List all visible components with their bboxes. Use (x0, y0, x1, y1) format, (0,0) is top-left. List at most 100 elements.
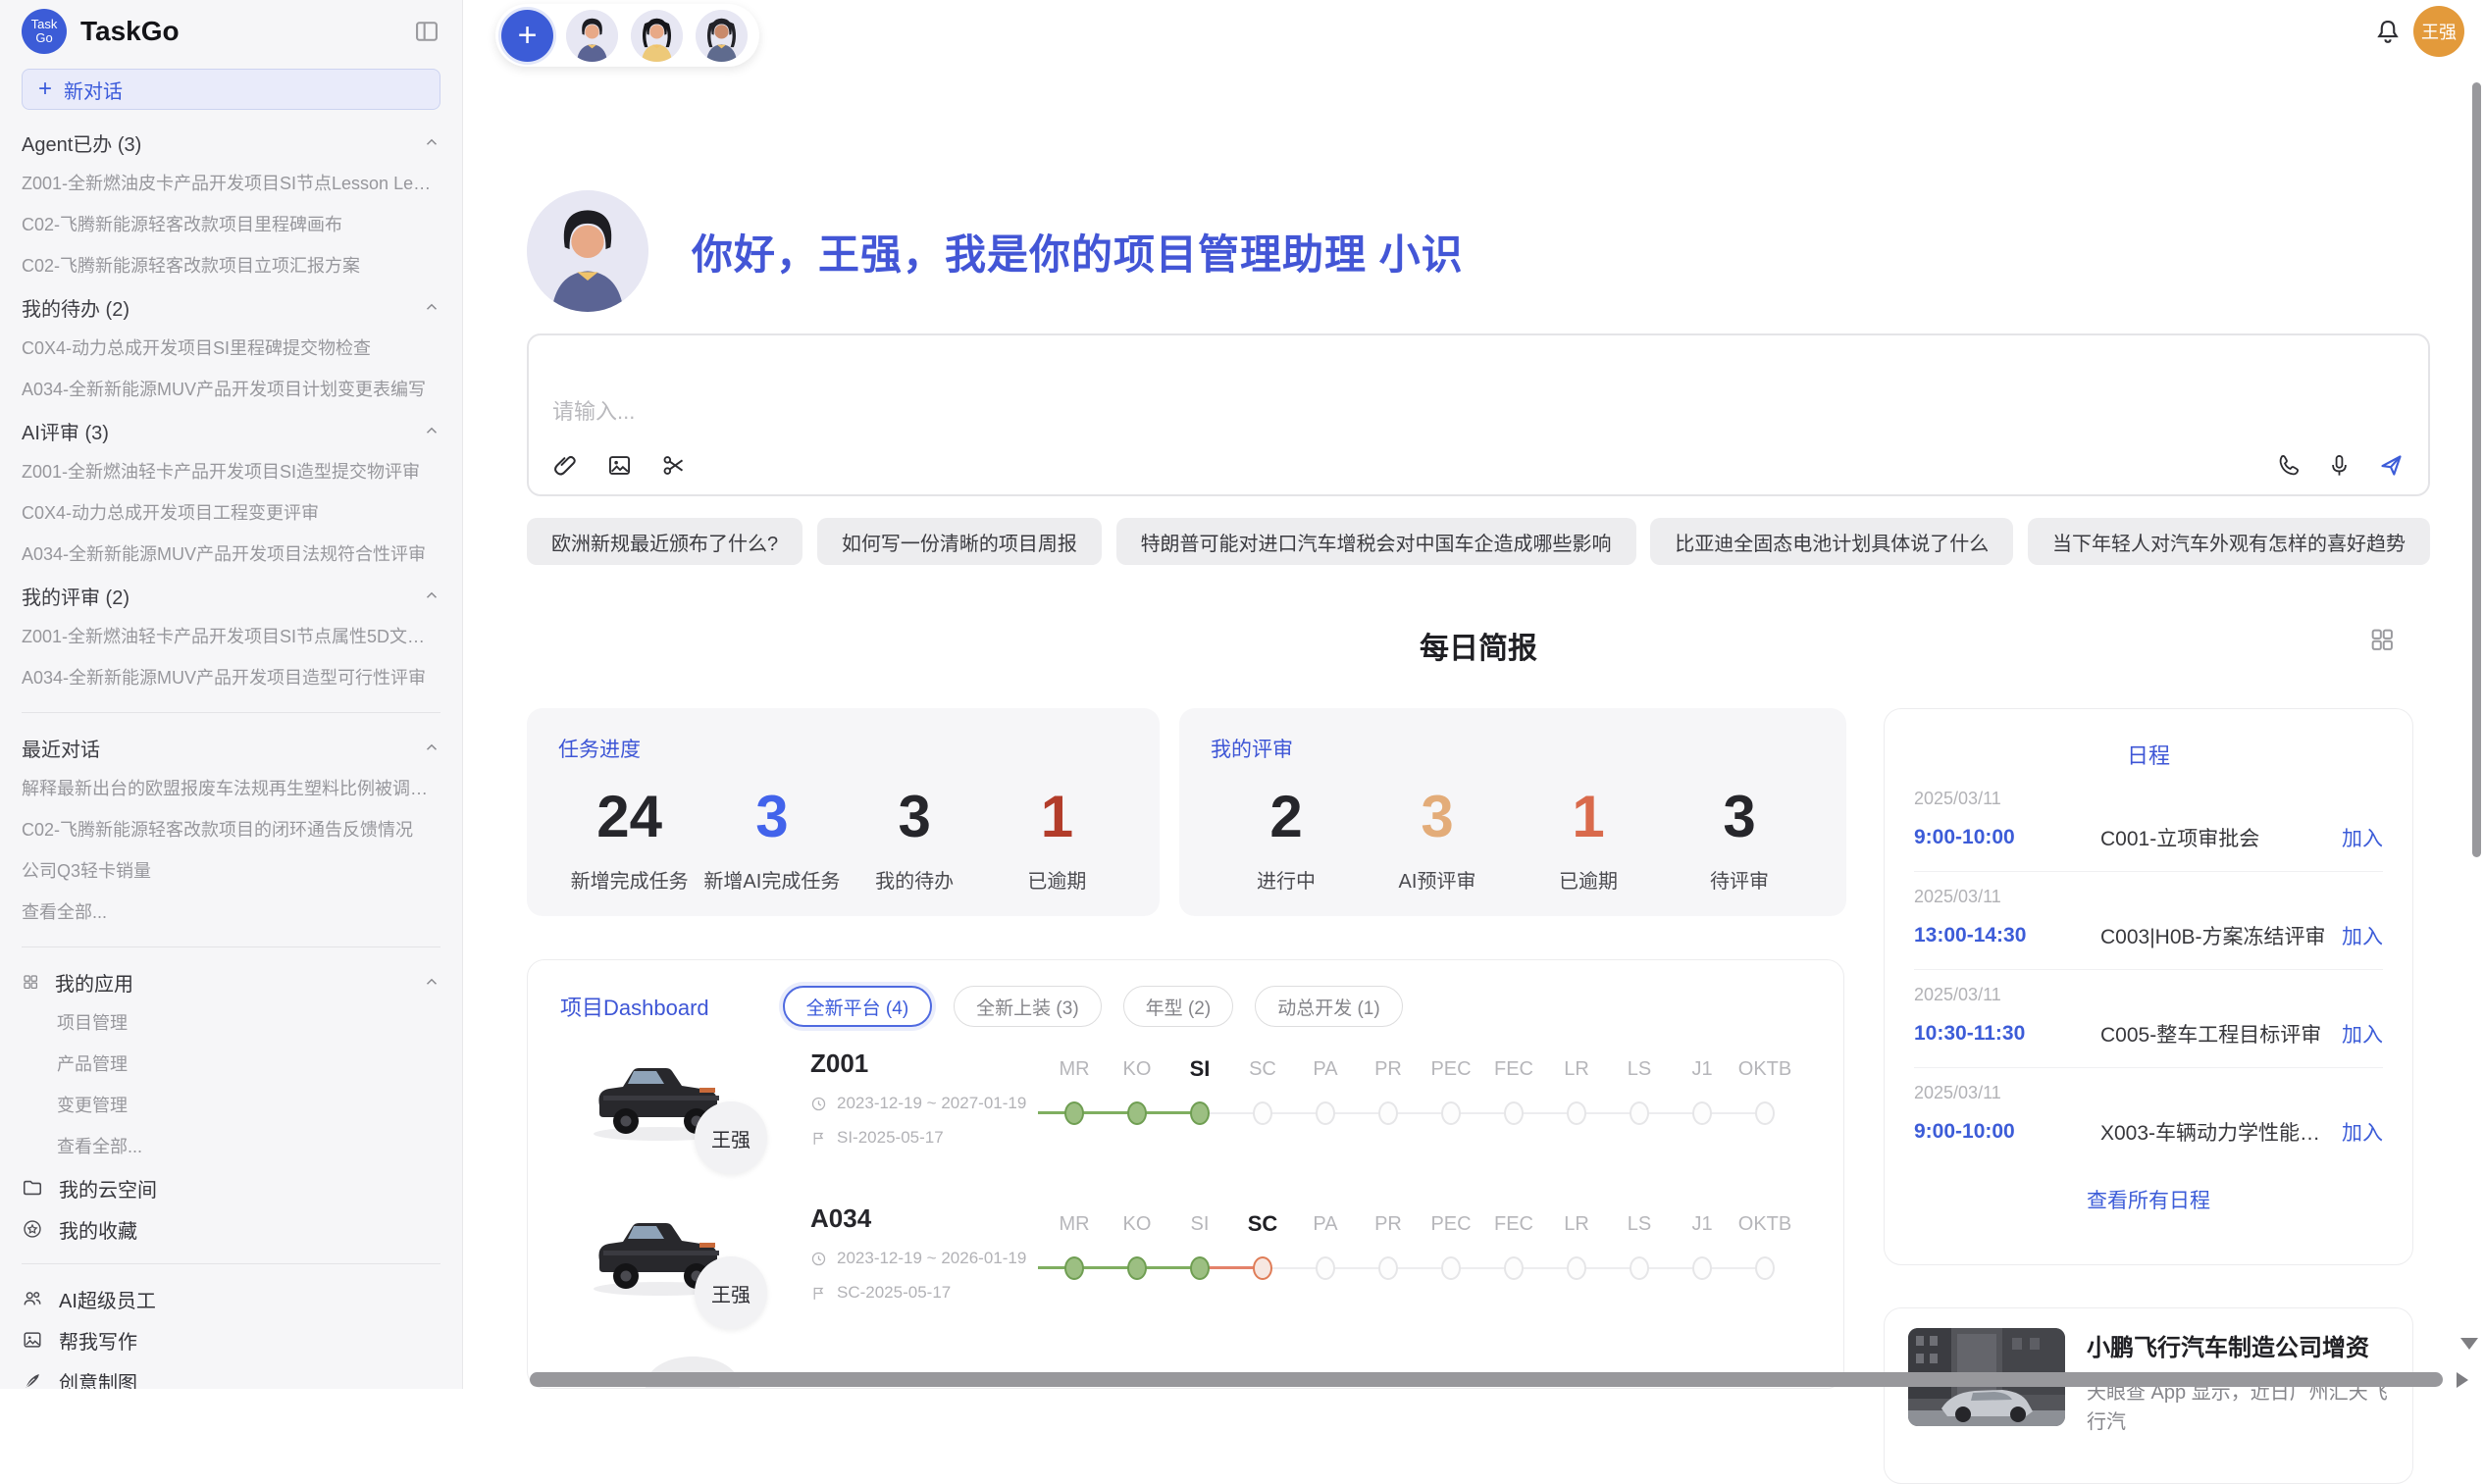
milestone-dot[interactable] (1190, 1101, 1210, 1125)
sidebar-my-apps-header[interactable]: 我的应用 (22, 961, 440, 1002)
clock-icon (810, 1096, 827, 1112)
sidebar-item[interactable]: Z001-全新燃油轻卡产品开发项目SI节点属性5D文件评审 (22, 616, 440, 657)
horizontal-scrollbar[interactable] (530, 1372, 2443, 1387)
milestone-dot[interactable] (1378, 1101, 1398, 1125)
sidebar-tool-item[interactable]: AI超级员工 (22, 1278, 440, 1319)
sidebar-tool-item[interactable]: 帮我写作 (22, 1319, 440, 1360)
project-row[interactable]: 王强A0342023-12-19 ~ 2026-01-19SC-2025-05-… (528, 1198, 1843, 1353)
milestone-dot[interactable] (1316, 1101, 1335, 1125)
suggestion-chip[interactable]: 特朗普可能对进口汽车增税会对中国车企造成哪些影响 (1116, 518, 1636, 565)
project-flag: SC-2025-05-17 (810, 1283, 1026, 1303)
sidebar-item-star-badge[interactable]: 我的收藏 (22, 1208, 440, 1250)
greeting: 你好，王强，我是你的项目管理助理 小识 (527, 190, 1464, 312)
milestone-dot[interactable] (1127, 1256, 1147, 1280)
layout-grid-icon[interactable] (2368, 626, 2396, 653)
send-icon[interactable] (2378, 452, 2405, 479)
chat-input[interactable] (550, 392, 2124, 455)
sidebar-item-folder[interactable]: 我的云空间 (22, 1167, 440, 1208)
milestone-dot[interactable] (1441, 1256, 1461, 1280)
user-avatar[interactable]: 王强 (2413, 6, 2464, 57)
join-link[interactable]: 加入 (2342, 823, 2383, 852)
milestone-dot[interactable] (1253, 1256, 1272, 1280)
sidebar-section-header-2[interactable]: AI评审 (3) (22, 410, 440, 451)
sidebar-item[interactable]: C02-飞腾新能源轻客改款项目立项汇报方案 (22, 245, 440, 286)
join-link[interactable]: 加入 (2342, 1019, 2383, 1049)
milestone-dot[interactable] (1504, 1256, 1524, 1280)
panel-toggle-icon[interactable] (413, 18, 440, 45)
milestone-dot[interactable] (1630, 1256, 1649, 1280)
sidebar-section-header-3[interactable]: 我的评审 (2) (22, 575, 440, 616)
dashboard-filter-chip[interactable]: 全新上装 (3) (954, 986, 1102, 1027)
sidebar-item[interactable]: A034-全新新能源MUV产品开发项目造型可行性评审 (22, 657, 440, 698)
agent-avatar-1[interactable] (566, 10, 618, 62)
sidebar-item[interactable]: A034-全新新能源MUV产品开发项目法规符合性评审 (22, 534, 440, 575)
project-row[interactable]: 王强Z0012023-12-19 ~ 2027-01-19SI-2025-05-… (528, 1043, 1843, 1198)
milestone-dot[interactable] (1692, 1101, 1712, 1125)
sidebar-item[interactable]: C0X4-动力总成开发项目工程变更评审 (22, 492, 440, 534)
stat: 1已逾期 (986, 785, 1128, 894)
sidebar-item[interactable]: Z001-全新燃油轻卡产品开发项目SI造型提交物评审 (22, 451, 440, 492)
sidebar-app-item[interactable]: 查看全部... (22, 1126, 440, 1167)
new-chat-button[interactable]: + 新对话 (22, 69, 440, 110)
milestone-dot[interactable] (1567, 1256, 1586, 1280)
briefing-card: 任务进度24新增完成任务3新增AI完成任务3我的待办1已逾期 (527, 708, 1160, 916)
milestone-dot[interactable] (1378, 1256, 1398, 1280)
sidebar-item[interactable]: C02-飞腾新能源轻客改款项目里程碑画布 (22, 204, 440, 245)
mic-icon[interactable] (2326, 452, 2353, 479)
phone-icon[interactable] (2274, 452, 2301, 479)
milestone-dot[interactable] (1630, 1101, 1649, 1125)
project-code: A034 (810, 1203, 1026, 1234)
sidebar-item[interactable]: A034-全新新能源MUV产品开发项目计划变更表编写 (22, 369, 440, 410)
suggestion-chip[interactable]: 比亚迪全固态电池计划具体说了什么 (1650, 518, 2013, 565)
sidebar-item[interactable]: C0X4-动力总成开发项目SI里程碑提交物检查 (22, 328, 440, 369)
sidebar-app-item[interactable]: 项目管理 (22, 1002, 440, 1044)
bell-icon[interactable] (2373, 17, 2403, 46)
milestone-dot[interactable] (1127, 1101, 1147, 1125)
join-link[interactable]: 加入 (2342, 1117, 2383, 1147)
vertical-scrollbar[interactable] (2472, 82, 2481, 857)
dashboard-filter-chip[interactable]: 年型 (2) (1123, 986, 1234, 1027)
sidebar-section-header-recent[interactable]: 最近对话 (22, 727, 440, 768)
suggestion-chip[interactable]: 如何写一份清晰的项目周报 (817, 518, 1102, 565)
milestone-dot[interactable] (1190, 1256, 1210, 1280)
sidebar-recent-item[interactable]: 公司Q3轻卡销量 (22, 850, 440, 892)
sidebar-tool-item[interactable]: 创意制图 (22, 1360, 440, 1389)
sidebar-app-item[interactable]: 变更管理 (22, 1085, 440, 1126)
link-label: 我的收藏 (59, 1215, 137, 1244)
milestone-label: LR (1542, 1213, 1611, 1236)
sidebar-recent-item[interactable]: 查看全部... (22, 892, 440, 933)
sidebar-section-header-1[interactable]: 我的待办 (2) (22, 286, 440, 328)
milestone-dot[interactable] (1504, 1101, 1524, 1125)
sidebar-item[interactable]: Z001-全新燃油皮卡产品开发项目SI节点Lesson Learn报告 (22, 163, 440, 204)
milestone-dot[interactable] (1755, 1256, 1775, 1280)
add-agent-button[interactable]: + (501, 10, 553, 62)
milestone-dot[interactable] (1253, 1101, 1272, 1125)
sidebar-recent-item[interactable]: 解释最新出台的欧盟报废车法规再生塑料比例被调至15%... (22, 768, 440, 809)
sidebar-section-header-0[interactable]: Agent已办 (3) (22, 122, 440, 163)
scroll-right-arrow[interactable] (2457, 1372, 2468, 1388)
agent-avatar-2[interactable] (631, 10, 683, 62)
milestone-dot[interactable] (1064, 1101, 1084, 1125)
news-card[interactable]: 小鹏飞行汽车制造公司增资 天眼查 App 显示，近日广州汇天飞行汽 (1884, 1307, 2413, 1484)
scroll-down-arrow[interactable] (2460, 1338, 2478, 1350)
flag-icon (810, 1130, 827, 1147)
join-link[interactable]: 加入 (2342, 921, 2383, 950)
milestone-dot[interactable] (1316, 1256, 1335, 1280)
paperclip-icon[interactable] (552, 452, 579, 479)
agent-avatar-3[interactable] (696, 10, 748, 62)
sidebar-recent-item[interactable]: C02-飞腾新能源轻客改款项目的闭环通告反馈情况 (22, 809, 440, 850)
sidebar-app-item[interactable]: 产品管理 (22, 1044, 440, 1085)
milestone-dot[interactable] (1692, 1256, 1712, 1280)
suggestion-chip[interactable]: 欧洲新规最近颁布了什么? (527, 518, 802, 565)
dashboard-filter-chip[interactable]: 动总开发 (1) (1255, 986, 1403, 1027)
dashboard-filter-chip[interactable]: 全新平台 (4) (783, 986, 933, 1027)
scissors-icon[interactable] (660, 452, 687, 479)
milestone-dot[interactable] (1064, 1256, 1084, 1280)
date-range: 2023-12-19 ~ 2026-01-19 (837, 1249, 1026, 1268)
milestone-dot[interactable] (1441, 1101, 1461, 1125)
view-all-schedule-link[interactable]: 查看所有日程 (1914, 1185, 2383, 1214)
image-icon[interactable] (606, 452, 633, 479)
suggestion-chip[interactable]: 当下年轻人对汽车外观有怎样的喜好趋势 (2028, 518, 2430, 565)
milestone-dot[interactable] (1567, 1101, 1586, 1125)
milestone-dot[interactable] (1755, 1101, 1775, 1125)
